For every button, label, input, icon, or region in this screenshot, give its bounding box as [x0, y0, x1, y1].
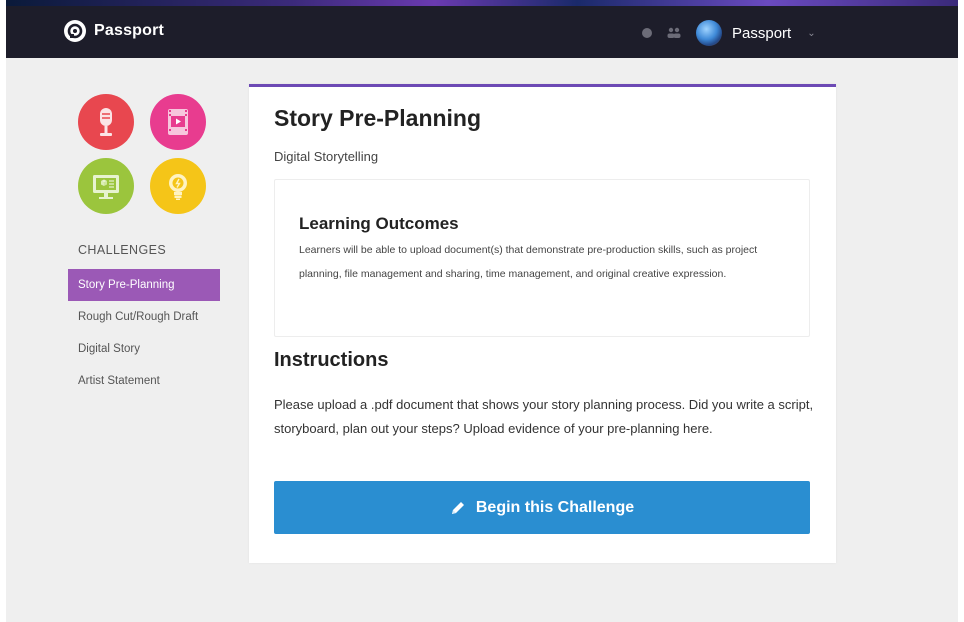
- brand-link[interactable]: Passport: [64, 20, 164, 42]
- page-title: Story Pre-Planning: [274, 105, 482, 131]
- lightbulb-badge-icon: [150, 158, 206, 214]
- pencil-icon: [451, 501, 464, 514]
- instructions-heading: Instructions: [274, 349, 389, 371]
- computer-badge-icon: [78, 158, 134, 214]
- instructions-text: Please upload a .pdf document that shows…: [274, 397, 814, 436]
- challenges-heading: CHALLENGES: [78, 243, 167, 257]
- user-menu-name[interactable]: Passport: [732, 25, 791, 42]
- notifications-icon[interactable]: [642, 28, 652, 38]
- film-badge-icon: [150, 94, 206, 150]
- learning-outcomes-heading: Learning Outcomes: [299, 214, 459, 233]
- badge-grid: [78, 94, 214, 218]
- learning-outcomes-box: Learning Outcomes Learners will be able …: [274, 179, 810, 337]
- sidebar-item-digital-story[interactable]: Digital Story: [68, 333, 220, 365]
- page-subtitle: Digital Storytelling: [274, 149, 379, 164]
- top-navbar: Passport Passport ⌄: [6, 6, 958, 58]
- user-avatar[interactable]: [696, 20, 722, 46]
- challenge-list: Story Pre-Planning Rough Cut/Rough Draft…: [68, 269, 220, 397]
- sidebar-item-story-pre-planning[interactable]: Story Pre-Planning: [68, 269, 220, 301]
- challenge-card: Story Pre-Planning Digital Storytelling …: [249, 84, 836, 563]
- people-icon[interactable]: [666, 27, 682, 39]
- chevron-down-icon[interactable]: ⌄: [807, 28, 815, 39]
- sidebar-item-artist-statement[interactable]: Artist Statement: [68, 365, 220, 397]
- begin-challenge-button[interactable]: Begin this Challenge: [274, 481, 810, 534]
- passport-logo-icon: [64, 20, 86, 42]
- sidebar-item-rough-cut[interactable]: Rough Cut/Rough Draft: [68, 301, 220, 333]
- microphone-badge-icon: [78, 94, 134, 150]
- begin-challenge-label: Begin this Challenge: [475, 498, 635, 516]
- learning-outcomes-text: Learners will be able to upload document…: [299, 244, 758, 280]
- brand-name: Passport: [94, 22, 165, 39]
